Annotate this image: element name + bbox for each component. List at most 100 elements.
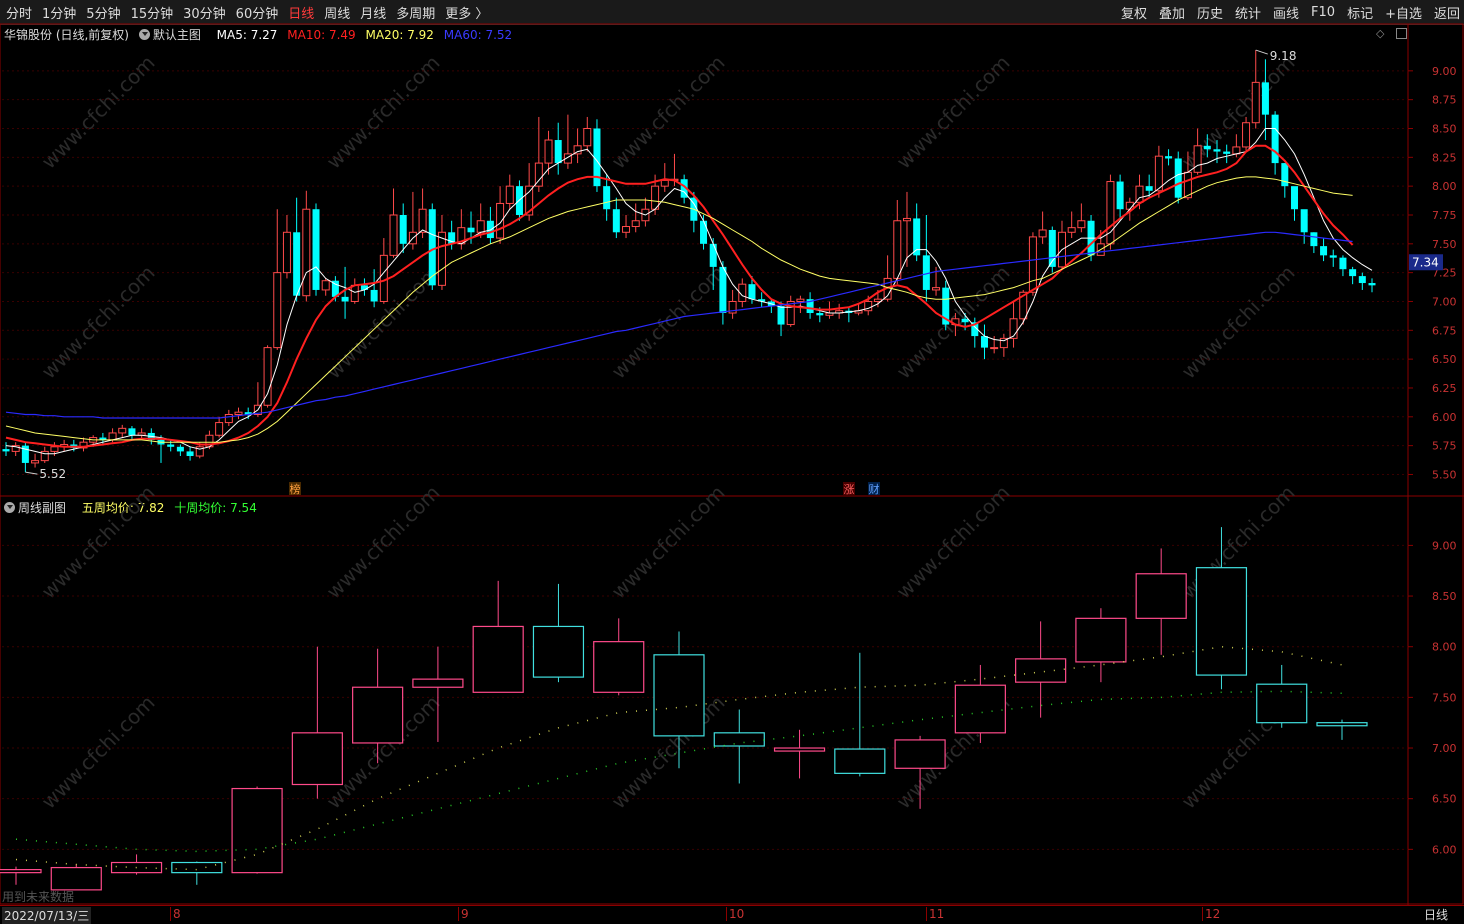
- week-body-20: [1195, 567, 1248, 676]
- candle-body-141: [1368, 283, 1376, 286]
- main-tick-label-9: 7.75: [1432, 209, 1457, 222]
- candle-body-40: [389, 214, 398, 256]
- candle-body-121: [1174, 158, 1182, 198]
- candle-body-33: [321, 280, 330, 291]
- candle-body-36: [350, 284, 359, 302]
- low-price-label: 5.52: [39, 467, 66, 481]
- candle-body-63: [612, 209, 620, 233]
- candle-body-139: [1349, 269, 1357, 277]
- candle-body-126: [1223, 151, 1231, 154]
- candle-body-60: [583, 127, 592, 147]
- candle-body-24: [234, 411, 243, 415]
- candle-body-0: [2, 449, 10, 452]
- candle-body-114: [1106, 181, 1115, 245]
- candle-body-140: [1358, 276, 1366, 284]
- candle-body-32: [312, 209, 320, 290]
- month-label-1: 9: [458, 907, 469, 921]
- current-price-text: 7.34: [1412, 255, 1439, 269]
- candle-body-41: [399, 214, 407, 244]
- main-tick-label-11: 8.25: [1432, 151, 1457, 164]
- week-body-8: [472, 625, 524, 693]
- candle-body-68: [660, 179, 669, 187]
- watermark-13: www.cfchi.com: [892, 481, 1015, 604]
- main-tick-label-4: 6.50: [1432, 353, 1457, 366]
- week-body-11: [653, 654, 705, 737]
- candle-body-35: [341, 296, 349, 302]
- price-axis: 5.505.756.006.256.506.757.007.257.507.75…: [1408, 65, 1457, 856]
- candle-body-125: [1213, 149, 1221, 152]
- candle-body-92: [893, 220, 902, 279]
- watermark-3: www.cfchi.com: [892, 51, 1015, 174]
- candle-body-39: [379, 254, 388, 302]
- candle-body-134: [1300, 209, 1308, 233]
- candle-body-49: [476, 220, 485, 233]
- candle-body-30: [293, 232, 301, 296]
- candle-body-119: [1154, 155, 1163, 192]
- week-body-22: [1316, 722, 1368, 727]
- period-label[interactable]: 日线: [1424, 906, 1448, 923]
- candle-body-99: [961, 318, 969, 323]
- candle-body-31: [302, 208, 311, 297]
- window-icon[interactable]: [1396, 28, 1407, 39]
- candle-body-101: [980, 336, 988, 348]
- candle-body-84: [816, 313, 824, 316]
- date-cursor: 2022/07/13/三: [2, 907, 92, 924]
- week-body-19: [1135, 573, 1187, 619]
- candle-body-136: [1320, 246, 1328, 256]
- main-tick-label-8: 7.50: [1432, 238, 1457, 251]
- week-body-16: [954, 684, 1006, 734]
- week-body-0: [0, 869, 42, 874]
- month-label-3: 11: [926, 907, 944, 921]
- candle-body-62: [603, 186, 611, 210]
- week-body-4: [231, 787, 283, 874]
- main-tick-label-12: 8.50: [1432, 122, 1457, 135]
- candle-body-106: [1028, 236, 1037, 293]
- main-tick-label-1: 5.75: [1432, 440, 1457, 453]
- week-body-13: [773, 747, 826, 752]
- diamond-icon[interactable]: ◇: [1376, 27, 1384, 40]
- candle-body-5: [50, 446, 59, 452]
- candle-body-123: [1193, 145, 1202, 173]
- candle-body-51: [496, 202, 505, 239]
- candle-body-128: [1242, 122, 1251, 148]
- kline-chart[interactable]: www.cfchi.com www.cfchi.com www.cfchi.com w…: [0, 0, 1464, 923]
- sub-tick-label-1: 6.50: [1432, 793, 1457, 806]
- candle-body-64: [622, 226, 631, 233]
- candle-body-131: [1271, 114, 1279, 164]
- candle-body-38: [370, 289, 378, 302]
- watermark-5: www.cfchi.com: [37, 261, 160, 384]
- high-price-label: 9.18: [1270, 49, 1297, 63]
- candle-body-23: [224, 413, 233, 424]
- week-body-15: [894, 739, 946, 769]
- candle-body-28: [273, 272, 282, 349]
- watermark-10: www.cfchi.com: [37, 481, 160, 604]
- candle-body-18: [176, 446, 184, 452]
- sub-tick-label-3: 7.50: [1432, 691, 1457, 704]
- sub-tick-label-6: 9.00: [1432, 539, 1457, 552]
- candle-body-102: [990, 347, 999, 350]
- candle-body-133: [1290, 186, 1298, 210]
- week-body-5: [291, 732, 343, 786]
- watermark-2: www.cfchi.com: [607, 51, 730, 174]
- week-body-17: [1015, 658, 1067, 683]
- candle-body-120: [1165, 156, 1173, 159]
- grid-lines: [2, 70, 1408, 850]
- week-body-10: [593, 641, 645, 693]
- main-tick-label-14: 9.00: [1432, 65, 1457, 78]
- candle-body-130: [1261, 82, 1269, 115]
- candle-body-77: [748, 284, 756, 300]
- main-candles: [2, 50, 1376, 473]
- week-body-21: [1256, 683, 1308, 724]
- watermark-1: www.cfchi.com: [322, 51, 445, 174]
- candle-body-124: [1203, 145, 1211, 150]
- watermark-12: www.cfchi.com: [607, 481, 730, 604]
- week-body-18: [1075, 617, 1127, 663]
- candle-body-37: [360, 285, 368, 290]
- candle-body-80: [777, 306, 785, 325]
- week-body-12: [713, 732, 765, 747]
- candle-body-132: [1281, 163, 1289, 187]
- candle-body-27: [263, 347, 272, 406]
- candle-body-115: [1116, 181, 1124, 210]
- weekly-candles: [0, 527, 1368, 891]
- candle-body-13: [128, 428, 136, 436]
